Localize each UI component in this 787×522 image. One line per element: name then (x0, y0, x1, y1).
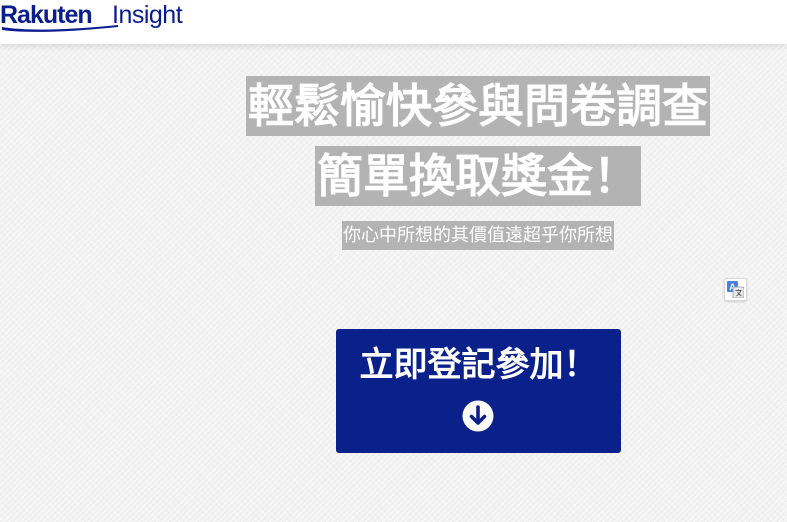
register-now-label: 立即登記參加！ (359, 345, 598, 385)
site-header: Rakuten Insight (0, 0, 787, 44)
subtitle-wrapper: 你心中所想的其價值遠超乎你所想 (200, 221, 756, 250)
register-now-button[interactable]: 立即登記參加！ (336, 329, 621, 453)
arrow-down-circle-icon (462, 400, 494, 432)
headline-line-2-wrapper: 簡單換取獎金！ (200, 146, 756, 206)
logo-text-insight: Insight (112, 1, 183, 29)
subtitle: 你心中所想的其價值遠超乎你所想 (342, 221, 614, 250)
headline-line-2: 簡單換取獎金！ (315, 146, 641, 206)
translate-button[interactable]: A (724, 278, 747, 301)
headline-line-1: 輕鬆愉快參與問卷調查 (246, 76, 710, 136)
headline-line-1-wrapper: 輕鬆愉快參與問卷調查 (200, 76, 756, 136)
logo-swoosh-icon (2, 25, 118, 32)
translate-icon: A (727, 281, 744, 298)
